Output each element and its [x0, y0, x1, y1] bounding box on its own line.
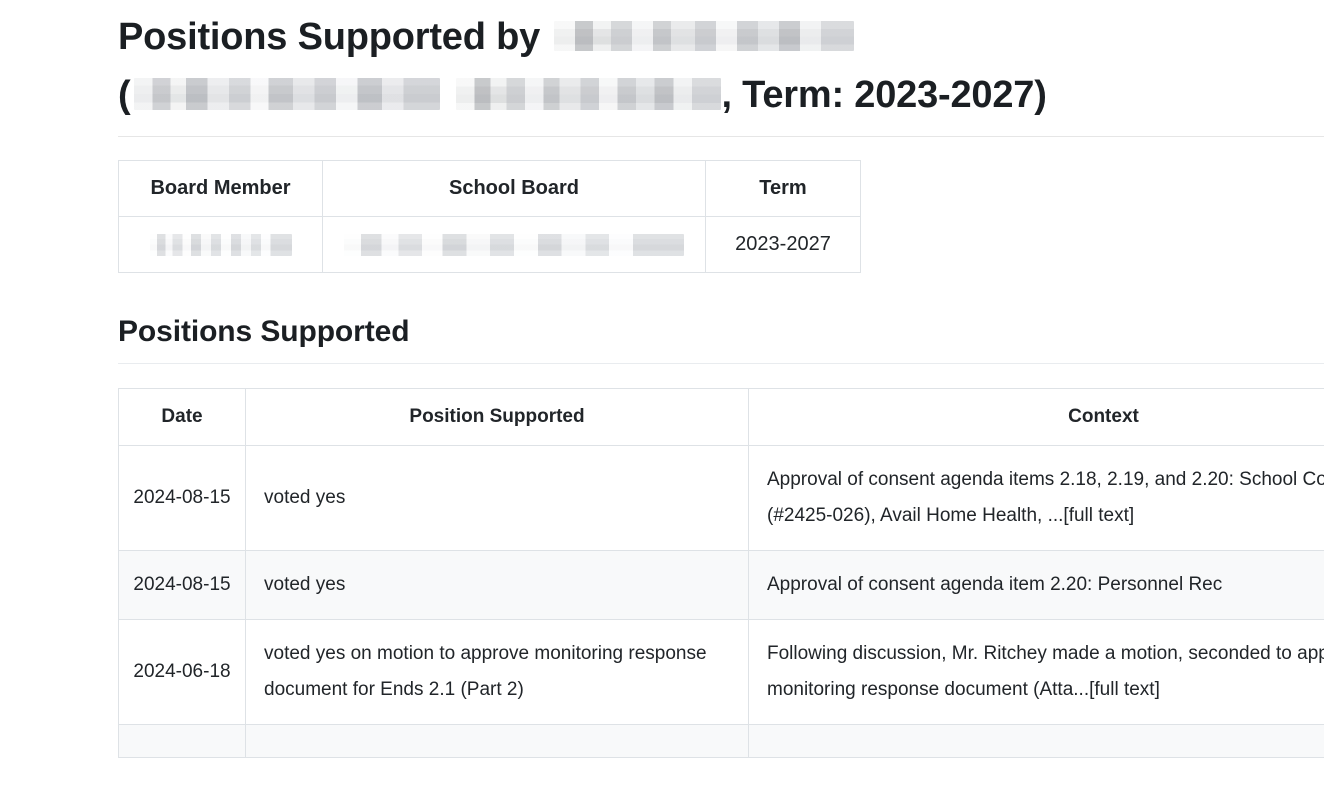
page-title-line-2: ( , Term: 2023-2027)	[118, 66, 1324, 124]
redacted-member-name	[554, 20, 855, 51]
positions-supported-table: Date Position Supported Context 2024-08-…	[118, 388, 1324, 758]
cell-date: 2024-08-15	[118, 445, 246, 551]
redacted-school-board	[134, 77, 441, 110]
cell-context: Following discussion, Mr. Ritchey made a…	[748, 619, 1324, 725]
table-row: 2024-06-18 voted yes on motion to approv…	[118, 619, 1324, 725]
page-title-line-1: Positions Supported by	[118, 8, 1324, 66]
column-header-board-member: Board Member	[118, 160, 323, 217]
column-header-school-board: School Board	[322, 160, 706, 217]
page-title-prefix: Positions Supported by	[118, 16, 541, 58]
cell-context	[748, 724, 1324, 758]
cell-date: 2024-08-15	[118, 550, 246, 620]
table-row	[118, 724, 1324, 758]
redacted-board-location	[456, 77, 722, 110]
page-title-term-suffix: , Term: 2023-2027)	[721, 74, 1047, 116]
table-header-row: Board Member School Board Term	[118, 160, 861, 217]
member-info-table: Board Member School Board Term 2023-2027	[118, 160, 861, 273]
cell-date	[118, 724, 246, 758]
table-row: 2023-2027	[118, 216, 861, 273]
column-header-position-supported: Position Supported	[245, 388, 749, 446]
cell-board-member	[118, 216, 323, 273]
cell-date: 2024-06-18	[118, 619, 246, 725]
page-title-open-paren: (	[118, 74, 131, 116]
page-title: Positions Supported by ( , Term: 2023-202…	[118, 8, 1324, 136]
table-row: 2024-08-15 voted yes Approval of consent…	[118, 550, 1324, 620]
document-page: Positions Supported by ( , Term: 2023-202…	[0, 0, 1324, 794]
redacted-school-board-value	[344, 233, 684, 256]
cell-position: voted yes on motion to approve monitorin…	[245, 619, 749, 725]
column-header-term: Term	[705, 160, 861, 217]
cell-context: Approval of consent agenda items 2.18, 2…	[748, 445, 1324, 551]
cell-school-board	[322, 216, 706, 273]
column-header-context: Context	[748, 388, 1324, 446]
column-header-date: Date	[118, 388, 246, 446]
cell-term: 2023-2027	[705, 216, 861, 273]
cell-position: voted yes	[245, 550, 749, 620]
section-divider	[118, 363, 1324, 364]
redacted-board-member-value	[149, 233, 292, 256]
table-row: 2024-08-15 voted yes Approval of consent…	[118, 445, 1324, 551]
cell-position	[245, 724, 749, 758]
section-heading-positions-supported: Positions Supported	[118, 315, 410, 348]
table-header-row: Date Position Supported Context	[118, 388, 1324, 446]
cell-position: voted yes	[245, 445, 749, 551]
cell-context: Approval of consent agenda item 2.20: Pe…	[748, 550, 1324, 620]
title-divider	[118, 136, 1324, 137]
